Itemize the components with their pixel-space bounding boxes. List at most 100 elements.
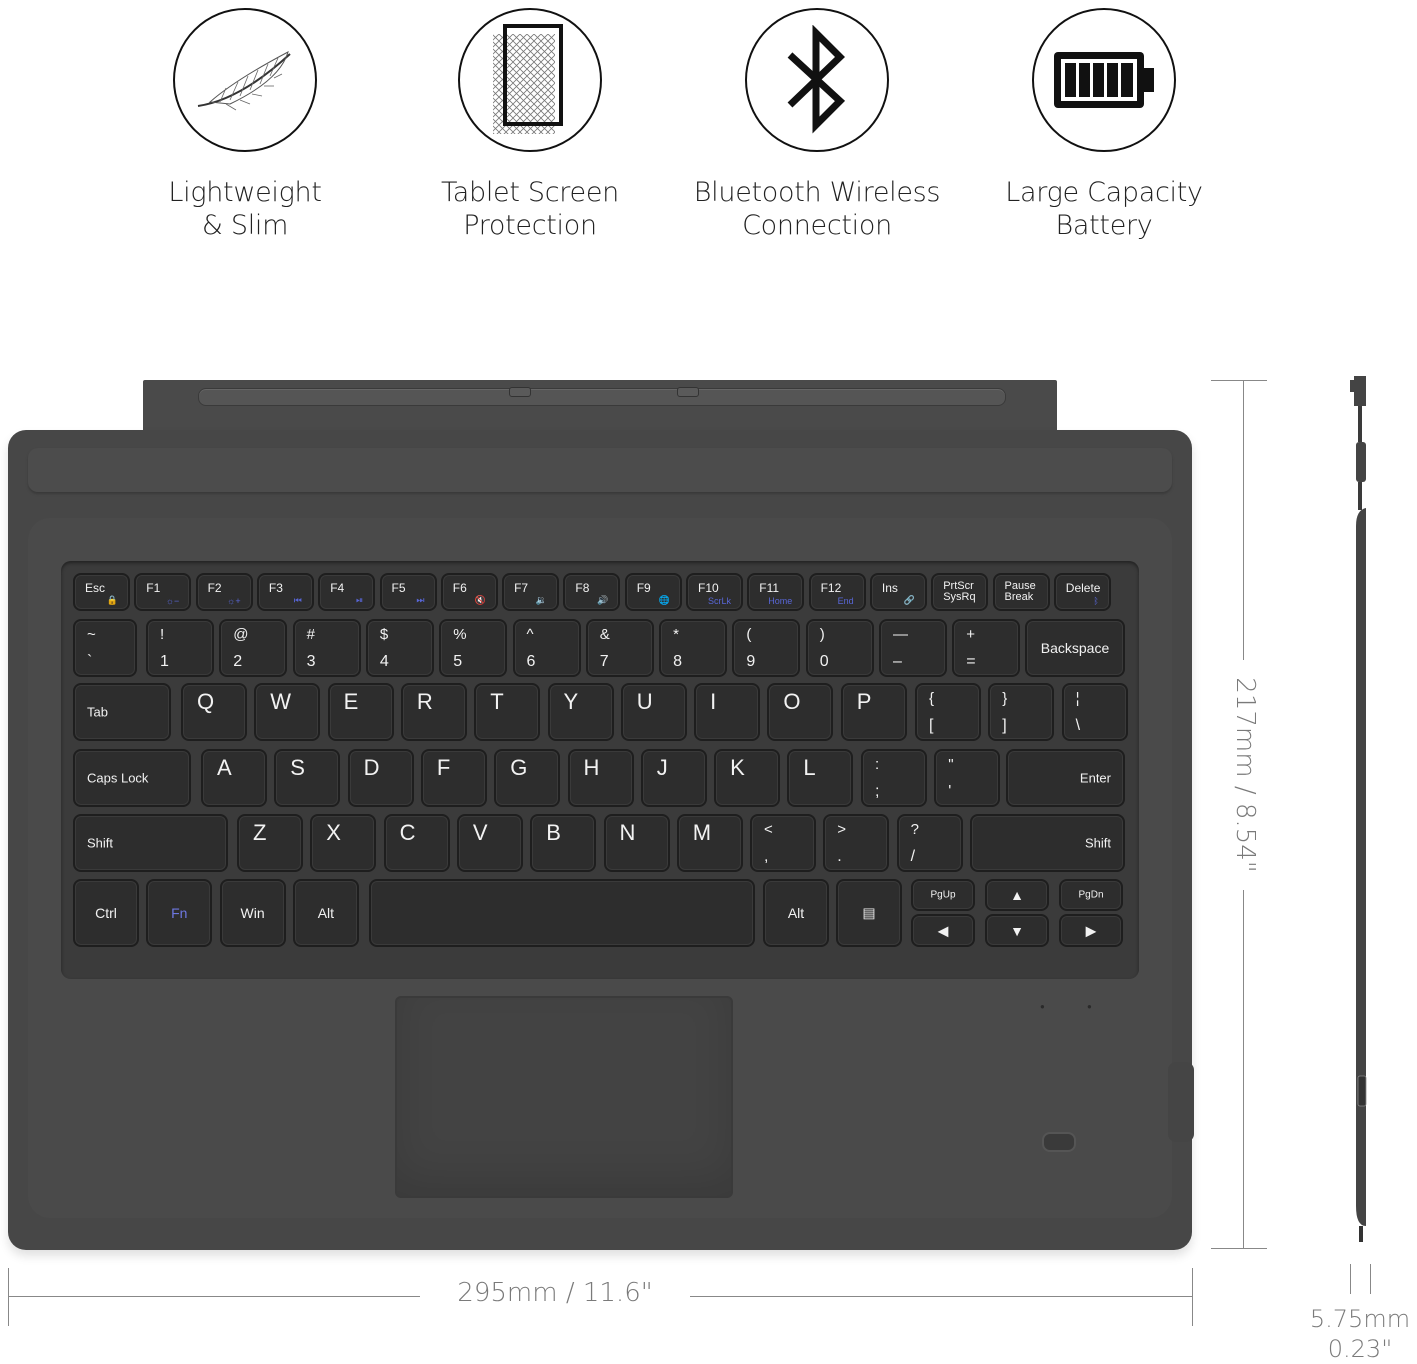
key-p[interactable]: P xyxy=(840,683,907,741)
key-bracket[interactable]: ¦ \ xyxy=(1061,683,1128,741)
key-label: O xyxy=(783,689,801,714)
left-shift-key[interactable]: Shift xyxy=(73,814,228,872)
key-g[interactable]: G xyxy=(494,749,561,807)
key-label: Shift xyxy=(1084,835,1111,851)
key-`[interactable]: ~ ` xyxy=(73,619,137,677)
fn-key[interactable]: Fn xyxy=(146,879,213,947)
key-w[interactable]: W xyxy=(254,683,321,741)
key-pause-break[interactable]: Pause Break xyxy=(992,573,1050,611)
hinge-connector xyxy=(143,380,1057,432)
enter-key[interactable]: Enter xyxy=(1006,749,1125,807)
key-5[interactable]: % 5 xyxy=(439,619,508,677)
key-bracket[interactable]: }] xyxy=(988,683,1055,741)
key-r[interactable]: R xyxy=(400,683,467,741)
key-punct[interactable]: " ' xyxy=(934,749,1001,807)
key-8[interactable]: * 8 xyxy=(659,619,728,677)
key-v[interactable]: V xyxy=(456,814,523,872)
key-label: W xyxy=(270,689,292,714)
backspace-key[interactable]: Backspace xyxy=(1025,619,1125,677)
key-–[interactable]: — – xyxy=(879,619,947,677)
arrow-down-key[interactable]: ▼ xyxy=(985,914,1049,947)
key-u[interactable]: U xyxy=(620,683,687,741)
key-b[interactable]: B xyxy=(530,814,597,872)
menu-key[interactable]: ▤ xyxy=(836,879,902,947)
key-l[interactable]: L xyxy=(787,749,854,807)
key-e[interactable]: E xyxy=(327,683,394,741)
key-i[interactable]: I xyxy=(694,683,761,741)
key-j[interactable]: J xyxy=(640,749,707,807)
ctrl-key[interactable]: Ctrl xyxy=(73,879,139,947)
tab-key[interactable]: Tab xyxy=(73,683,171,741)
pgup-key[interactable]: PgUp xyxy=(911,879,975,911)
key-f10[interactable]: F10 ScrLk xyxy=(686,573,743,611)
touchpad[interactable] xyxy=(395,996,733,1198)
key-4[interactable]: $4 xyxy=(365,619,434,677)
key-punct[interactable]: <, xyxy=(750,814,816,872)
key-3[interactable]: #3 xyxy=(292,619,361,677)
key-2[interactable]: @2 xyxy=(219,619,288,677)
arrow-up-key[interactable]: ▲ xyxy=(985,879,1049,911)
key-q[interactable]: Q xyxy=(181,683,247,741)
win-key[interactable]: Win xyxy=(219,879,286,947)
key-m[interactable]: M xyxy=(676,814,743,872)
alt-key[interactable]: Alt xyxy=(292,879,359,947)
right-shift-key[interactable]: Shift xyxy=(970,814,1125,872)
key-9[interactable]: (9 xyxy=(732,619,801,677)
key-k[interactable]: K xyxy=(714,749,781,807)
key-d[interactable]: D xyxy=(347,749,414,807)
key-s[interactable]: S xyxy=(274,749,341,807)
key-t[interactable]: T xyxy=(474,683,541,741)
key-x[interactable]: X xyxy=(310,814,377,872)
key-6[interactable]: ^ 6 xyxy=(512,619,581,677)
key-punct[interactable]: :; xyxy=(861,749,927,807)
key-y[interactable]: Y xyxy=(547,683,614,741)
key-label: Tab xyxy=(87,704,108,720)
spacebar[interactable] xyxy=(369,879,755,947)
key-z[interactable]: Z xyxy=(237,814,303,872)
key-f1[interactable]: F1 ☼− xyxy=(134,573,192,611)
key-a[interactable]: A xyxy=(201,749,267,807)
key-f9[interactable]: F9 🌐 xyxy=(624,573,682,611)
key-label: Ctrl xyxy=(95,905,117,921)
caps-lock-key[interactable]: Caps Lock xyxy=(73,749,191,807)
key-1[interactable]: ! 1 xyxy=(146,619,214,677)
key-f2[interactable]: F2 ☼+ xyxy=(195,573,253,611)
key-=[interactable]: + = xyxy=(952,619,1021,677)
key-n[interactable]: N xyxy=(603,814,670,872)
key-o[interactable]: O xyxy=(767,683,834,741)
key-f3[interactable]: F3 ⏮ xyxy=(256,573,314,611)
key-0[interactable]: ) 0 xyxy=(805,619,874,677)
key-f5[interactable]: F5 ⏭ xyxy=(379,573,437,611)
right-alt-key[interactable]: Alt xyxy=(763,879,829,947)
key-label: F1 xyxy=(146,581,161,595)
key-bracket[interactable]: {[ xyxy=(915,683,981,741)
key-prtscr-sysrq[interactable]: PrtScr SysRq xyxy=(931,573,989,611)
power-switch[interactable] xyxy=(1042,1132,1076,1152)
key-c[interactable]: C xyxy=(383,814,450,872)
key-esc[interactable]: Esc 🔒 xyxy=(73,573,130,611)
key-label: { xyxy=(929,690,935,707)
depth-dimension-tick xyxy=(1211,380,1267,381)
key-f4[interactable]: F4 ⏯ xyxy=(318,573,376,611)
arrow-left-key[interactable]: ◀ xyxy=(911,914,975,947)
key-h[interactable]: H xyxy=(567,749,634,807)
key-label: F8 xyxy=(575,581,590,595)
key-f6[interactable]: F6 🔇 xyxy=(440,573,498,611)
pgdn-key[interactable]: PgDn xyxy=(1059,879,1123,911)
key-f11[interactable]: F11 Home xyxy=(747,573,805,611)
key-7[interactable]: & 7 xyxy=(585,619,654,677)
key-label: PgDn xyxy=(1078,889,1104,901)
key-label: R xyxy=(416,689,433,714)
key-delete[interactable]: Delete ᛒ xyxy=(1053,573,1111,611)
top-fold xyxy=(28,448,1172,492)
key-punct[interactable]: >. xyxy=(823,814,890,872)
key-f8[interactable]: F8 🔊 xyxy=(563,573,621,611)
key-f7[interactable]: F7 🔉 xyxy=(502,573,560,611)
arrow-right-key[interactable]: ▶ xyxy=(1059,914,1123,947)
feature-label: Lightweight & Slim xyxy=(168,177,322,241)
key-f12[interactable]: F12 End xyxy=(808,573,866,611)
key-f[interactable]: F xyxy=(420,749,487,807)
key-punct[interactable]: ? / xyxy=(896,814,963,872)
feature-lightweight: Lightweight & Slim xyxy=(115,8,375,242)
key-ins[interactable]: Ins 🔗 xyxy=(869,573,927,611)
